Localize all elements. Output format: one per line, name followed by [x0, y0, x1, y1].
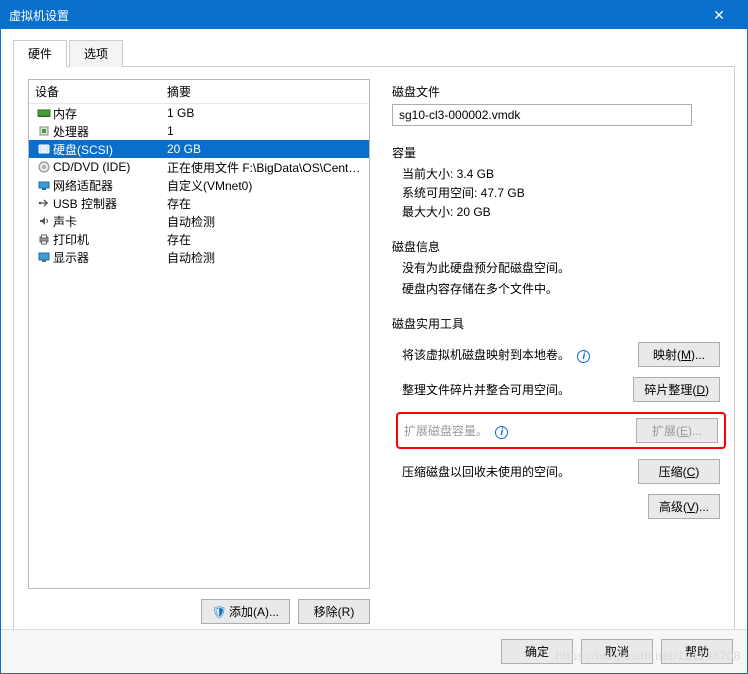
defrag-desc: 整理文件碎片并整合可用空间。 [402, 381, 623, 398]
close-icon[interactable]: ✕ [699, 1, 739, 29]
expand-button: 扩展(E)... [636, 418, 718, 443]
device-summary: 自定义(VMnet0) [167, 177, 363, 194]
max-size: 最大大小: 20 GB [402, 203, 720, 220]
tab-bar: 硬件 选项 [13, 39, 735, 67]
window-title: 虚拟机设置 [9, 7, 69, 24]
util-compact-row: 压缩磁盘以回收未使用的空间。 压缩(C) [402, 459, 720, 484]
device-list[interactable]: 设备 摘要 内存 1 GB 处理器 1 硬盘 [28, 79, 370, 589]
device-name: USB 控制器 [53, 195, 167, 212]
add-label: 添加(A)... [229, 605, 279, 619]
info-icon[interactable]: i [495, 426, 508, 439]
remove-device-button[interactable]: 移除(R) [298, 599, 370, 624]
sound-icon [35, 215, 53, 227]
disk-icon [35, 143, 53, 155]
device-name: 处理器 [53, 123, 167, 140]
device-summary: 1 [167, 124, 363, 138]
printer-icon [35, 233, 53, 245]
util-map-row: 将该虚拟机磁盘映射到本地卷。 i 映射(M)... [402, 342, 720, 367]
device-name: 内存 [53, 105, 167, 122]
device-name: 硬盘(SCSI) [53, 141, 167, 158]
device-row-printer[interactable]: 打印机 存在 [29, 230, 369, 248]
device-row-sound[interactable]: 声卡 自动检测 [29, 212, 369, 230]
help-button[interactable]: 帮助 [661, 639, 733, 664]
ok-button[interactable]: 确定 [501, 639, 573, 664]
disk-file-field[interactable]: sg10-cl3-000002.vmdk [392, 104, 692, 126]
compact-desc: 压缩磁盘以回收未使用的空间。 [402, 463, 628, 480]
detail-column: 磁盘文件 sg10-cl3-000002.vmdk 容量 当前大小: 3.4 G… [370, 79, 720, 639]
titlebar: 虚拟机设置 ✕ [1, 1, 747, 29]
disk-utilities-section: 磁盘实用工具 将该虚拟机磁盘映射到本地卷。 i 映射(M)... 整理文件碎片并… [392, 315, 720, 519]
disk-info-line1: 没有为此硬盘预分配磁盘空间。 [402, 259, 720, 276]
device-summary: 1 GB [167, 106, 363, 120]
defrag-button[interactable]: 碎片整理(D) [633, 377, 720, 402]
cpu-icon [35, 125, 53, 137]
display-icon [35, 251, 53, 263]
info-icon[interactable]: i [577, 350, 590, 363]
device-row-memory[interactable]: 内存 1 GB [29, 104, 369, 122]
device-name: CD/DVD (IDE) [53, 160, 167, 174]
advanced-button[interactable]: 高级(V)... [648, 494, 720, 519]
tab-hardware[interactable]: 硬件 [13, 40, 67, 67]
capacity-label: 容量 [392, 144, 720, 161]
tab-options[interactable]: 选项 [69, 40, 123, 67]
dialog-body: 硬件 选项 设备 摘要 内存 1 GB 处理器 [1, 29, 747, 629]
disk-info-section: 磁盘信息 没有为此硬盘预分配磁盘空间。 硬盘内容存储在多个文件中。 [392, 238, 720, 297]
device-row-cd[interactable]: CD/DVD (IDE) 正在使用文件 F:\BigData\OS\CentO.… [29, 158, 369, 176]
device-name: 声卡 [53, 213, 167, 230]
device-summary: 自动检测 [167, 249, 363, 266]
map-button[interactable]: 映射(M)... [638, 342, 720, 367]
disk-info-line2: 硬盘内容存储在多个文件中。 [402, 280, 720, 297]
device-summary: 自动检测 [167, 213, 363, 230]
cd-icon [35, 161, 53, 173]
map-desc: 将该虚拟机磁盘映射到本地卷。 i [402, 346, 628, 363]
device-row-display[interactable]: 显示器 自动检测 [29, 248, 369, 266]
capacity-section: 容量 当前大小: 3.4 GB 系统可用空间: 47.7 GB 最大大小: 20… [392, 144, 720, 220]
device-buttons: 🛡添加(A)... 移除(R) [28, 599, 370, 624]
advanced-row: 高级(V)... [402, 494, 720, 519]
device-summary: 存在 [167, 231, 363, 248]
device-summary: 20 GB [167, 142, 363, 156]
expand-desc: 扩展磁盘容量。 i [404, 422, 626, 439]
device-row-disk[interactable]: 硬盘(SCSI) 20 GB [29, 140, 369, 158]
utilities-label: 磁盘实用工具 [392, 315, 720, 332]
device-name: 网络适配器 [53, 177, 167, 194]
device-row-usb[interactable]: USB 控制器 存在 [29, 194, 369, 212]
memory-icon [35, 107, 53, 119]
free-space: 系统可用空间: 47.7 GB [402, 184, 720, 201]
current-size: 当前大小: 3.4 GB [402, 165, 720, 182]
util-defrag-row: 整理文件碎片并整合可用空间。 碎片整理(D) [402, 377, 720, 402]
device-summary: 正在使用文件 F:\BigData\OS\CentO... [167, 159, 363, 176]
device-row-net[interactable]: 网络适配器 自定义(VMnet0) [29, 176, 369, 194]
usb-icon [35, 197, 53, 209]
device-row-cpu[interactable]: 处理器 1 [29, 122, 369, 140]
device-name: 显示器 [53, 249, 167, 266]
vm-settings-window: 虚拟机设置 ✕ 硬件 选项 设备 摘要 内存 1 GB [0, 0, 748, 674]
device-summary: 存在 [167, 195, 363, 212]
dialog-footer: 确定 取消 帮助 [1, 629, 747, 673]
device-name: 打印机 [53, 231, 167, 248]
network-icon [35, 179, 53, 191]
expand-highlight: 扩展磁盘容量。 i 扩展(E)... [396, 412, 726, 449]
add-device-button[interactable]: 🛡添加(A)... [201, 599, 290, 624]
compact-button[interactable]: 压缩(C) [638, 459, 720, 484]
shield-icon: 🛡 [212, 605, 227, 619]
col-summary: 摘要 [167, 83, 191, 100]
util-expand-row: 扩展磁盘容量。 i 扩展(E)... [404, 418, 718, 443]
disk-info-label: 磁盘信息 [392, 238, 720, 255]
device-column: 设备 摘要 内存 1 GB 处理器 1 硬盘 [28, 79, 370, 639]
device-list-header: 设备 摘要 [29, 80, 369, 104]
disk-file-label: 磁盘文件 [392, 83, 720, 100]
cancel-button[interactable]: 取消 [581, 639, 653, 664]
col-device: 设备 [35, 83, 167, 100]
hardware-panel: 设备 摘要 内存 1 GB 处理器 1 硬盘 [13, 66, 735, 652]
